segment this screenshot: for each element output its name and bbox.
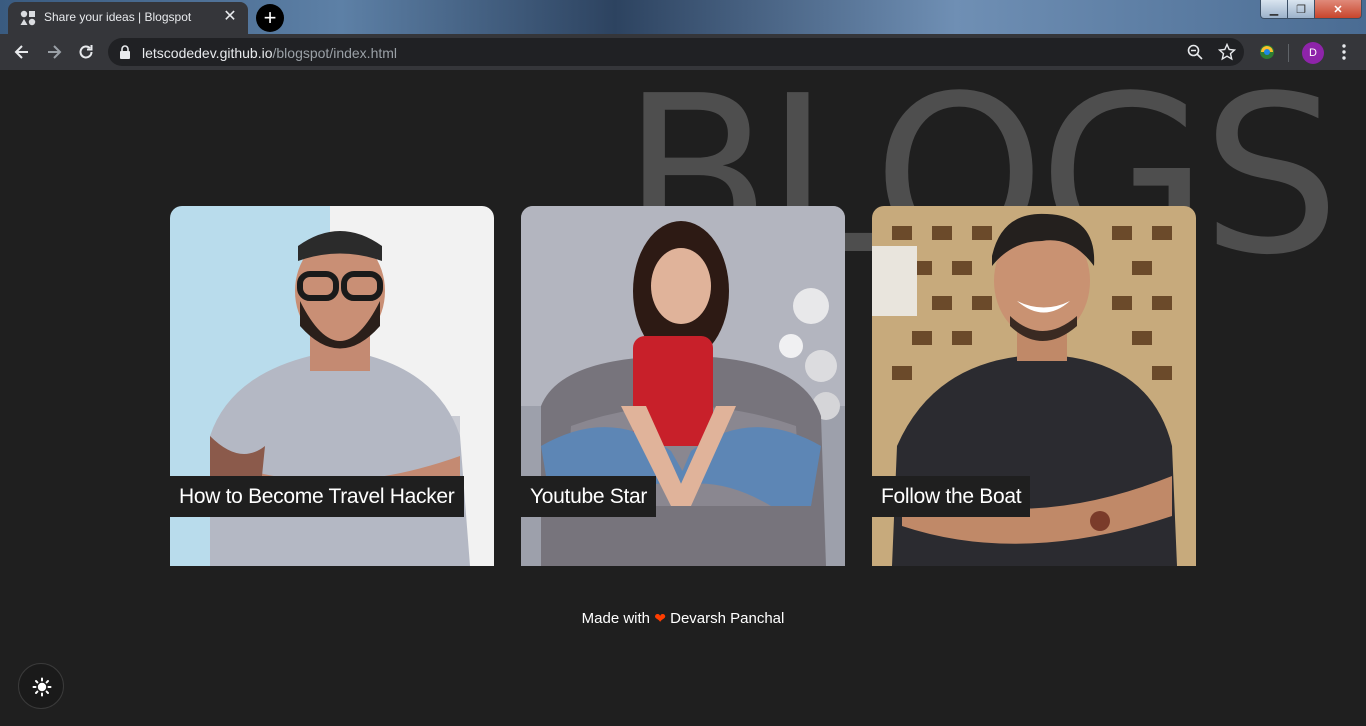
blog-card-youtube-star[interactable]: Youtube Star (521, 206, 845, 566)
back-arrow-icon[interactable] (12, 42, 32, 62)
url-text: letscodedev.github.io/blogspot/index.htm… (142, 45, 398, 61)
footer-prefix: Made with (581, 610, 651, 627)
window-minimize-button[interactable]: ▁ (1260, 0, 1288, 19)
new-tab-button[interactable]: + (256, 4, 284, 32)
theme-toggle-button[interactable] (18, 663, 64, 709)
tab-close-icon[interactable]: ✕ (222, 9, 238, 25)
blog-card-travel-hacker[interactable]: How to Become Travel Hacker (170, 206, 494, 566)
sun-icon (32, 677, 52, 697)
reload-icon[interactable] (76, 42, 96, 62)
blogspot-favicon-icon (20, 10, 36, 26)
lock-icon (120, 45, 130, 59)
tab-title: Share your ideas | Blogspot (44, 10, 192, 24)
browser-tab[interactable]: Share your ideas | Blogspot ✕ (8, 2, 248, 34)
window-close-button[interactable]: ✕ (1314, 0, 1362, 19)
card-title[interactable]: Youtube Star (521, 476, 657, 517)
footer-author[interactable]: Devarsh Panchal (670, 610, 784, 627)
forward-arrow-icon[interactable] (44, 42, 64, 62)
blog-card-follow-the-boat[interactable]: Follow the Boat (872, 206, 1196, 566)
footer-credit: Made with ❤ Devarsh Panchal (0, 610, 1366, 627)
window-maximize-button[interactable]: ❐ (1287, 0, 1315, 19)
heart-icon: ❤ (654, 610, 666, 626)
card-title[interactable]: Follow the Boat (872, 476, 1031, 517)
browser-titlebar: Share your ideas | Blogspot ✕ + ▁ ❐ ✕ (0, 0, 1366, 34)
card-title[interactable]: How to Become Travel Hacker (170, 476, 464, 517)
more-menu-icon[interactable] (1336, 43, 1352, 61)
